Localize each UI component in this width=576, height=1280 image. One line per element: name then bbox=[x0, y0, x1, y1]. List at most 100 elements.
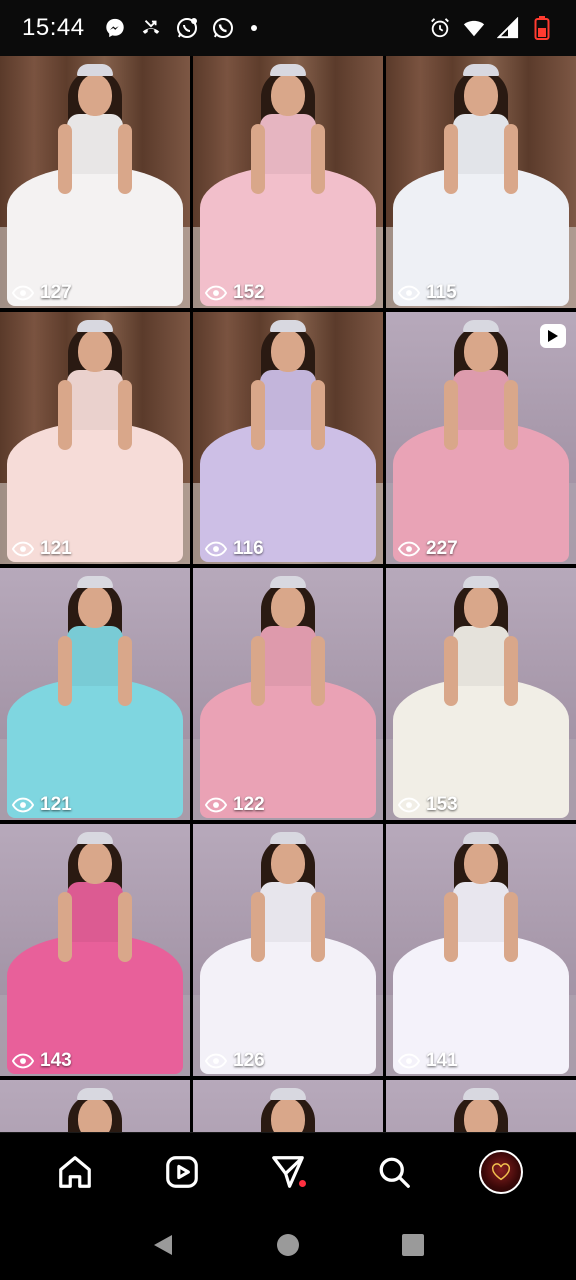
subject-face bbox=[464, 1098, 498, 1132]
subject-face bbox=[464, 74, 498, 116]
view-count-value: 121 bbox=[40, 794, 72, 815]
subject-arm bbox=[58, 380, 72, 450]
profile-tab[interactable] bbox=[477, 1148, 525, 1196]
view-count-value: 121 bbox=[40, 538, 72, 559]
subject-arm bbox=[311, 380, 325, 450]
subject-arm bbox=[251, 124, 265, 194]
reels-tab[interactable] bbox=[158, 1148, 206, 1196]
view-count: 143 bbox=[12, 1050, 72, 1072]
messenger-icon bbox=[103, 16, 127, 40]
post-thumbnail[interactable]: 126 bbox=[193, 824, 383, 1076]
eye-icon bbox=[398, 797, 420, 813]
eye-icon bbox=[205, 1053, 227, 1069]
subject-tiara bbox=[270, 1088, 306, 1100]
subject-face bbox=[464, 586, 498, 628]
post-thumbnail[interactable]: 122 bbox=[193, 568, 383, 820]
subject-arm bbox=[444, 892, 458, 962]
post-thumbnail[interactable]: 121 bbox=[0, 568, 190, 820]
subject-arm bbox=[504, 380, 518, 450]
post-thumbnail[interactable] bbox=[0, 1080, 190, 1132]
back-icon bbox=[153, 1235, 172, 1255]
subject-bodice bbox=[67, 114, 123, 174]
post-thumbnail[interactable]: 116 bbox=[193, 312, 383, 564]
eye-icon bbox=[205, 797, 227, 813]
subject-arm bbox=[504, 124, 518, 194]
view-count: 141 bbox=[398, 1050, 458, 1072]
system-status-icons bbox=[428, 16, 554, 40]
view-count: 126 bbox=[205, 1050, 265, 1072]
photo-subject bbox=[386, 1080, 576, 1132]
subject-arm bbox=[504, 892, 518, 962]
subject-arm bbox=[311, 636, 325, 706]
reels-icon bbox=[165, 1155, 198, 1188]
subject-bodice bbox=[67, 626, 123, 686]
subject-tiara bbox=[77, 64, 113, 76]
subject-tiara bbox=[463, 576, 499, 588]
eye-icon bbox=[398, 285, 420, 301]
subject-tiara bbox=[270, 832, 306, 844]
subject-bodice bbox=[67, 882, 123, 942]
subject-arm bbox=[251, 892, 265, 962]
post-thumbnail[interactable] bbox=[386, 1080, 576, 1132]
subject-tiara bbox=[463, 320, 499, 332]
subject-tiara bbox=[77, 1088, 113, 1100]
wifi-icon bbox=[462, 16, 486, 40]
photo-subject bbox=[0, 568, 190, 820]
system-back-button[interactable] bbox=[139, 1221, 187, 1269]
whatsapp-business-icon bbox=[175, 16, 199, 40]
photo-subject bbox=[193, 824, 383, 1076]
missed-call-icon bbox=[139, 16, 163, 40]
bottom-navigation bbox=[0, 1132, 576, 1210]
system-recents-button[interactable] bbox=[389, 1221, 437, 1269]
photo-subject bbox=[193, 56, 383, 308]
view-count-value: 115 bbox=[426, 282, 457, 303]
post-thumbnail[interactable]: 115 bbox=[386, 56, 576, 308]
subject-tiara bbox=[77, 320, 113, 332]
home-tab[interactable] bbox=[51, 1148, 99, 1196]
subject-arm bbox=[444, 636, 458, 706]
posts-grid: 127 152 115 121 116 227 121 122 153 143 126 141 bbox=[0, 56, 576, 1132]
post-thumbnail[interactable]: 127 bbox=[0, 56, 190, 308]
post-thumbnail[interactable] bbox=[193, 1080, 383, 1132]
eye-icon bbox=[12, 1053, 34, 1069]
view-count-value: 122 bbox=[233, 794, 265, 815]
view-count-value: 116 bbox=[233, 538, 264, 559]
subject-face bbox=[271, 1098, 305, 1132]
post-thumbnail[interactable]: 141 bbox=[386, 824, 576, 1076]
post-thumbnail[interactable]: 227 bbox=[386, 312, 576, 564]
subject-face bbox=[271, 586, 305, 628]
subject-tiara bbox=[463, 64, 499, 76]
reel-badge-icon bbox=[540, 324, 566, 348]
subject-arm bbox=[58, 636, 72, 706]
post-thumbnail[interactable]: 143 bbox=[0, 824, 190, 1076]
subject-bodice bbox=[260, 626, 316, 686]
recents-icon bbox=[402, 1234, 425, 1256]
post-thumbnail[interactable]: 121 bbox=[0, 312, 190, 564]
view-count: 115 bbox=[398, 282, 457, 304]
subject-tiara bbox=[270, 64, 306, 76]
alarm-icon bbox=[428, 16, 452, 40]
subject-arm bbox=[118, 380, 132, 450]
direct-messages-tab[interactable] bbox=[264, 1148, 312, 1196]
eye-icon bbox=[398, 541, 420, 557]
subject-bodice bbox=[260, 882, 316, 942]
subject-tiara bbox=[77, 832, 113, 844]
post-thumbnail[interactable]: 153 bbox=[386, 568, 576, 820]
view-count-value: 143 bbox=[40, 1050, 72, 1071]
view-count-value: 127 bbox=[40, 282, 72, 303]
status-time: 15:44 bbox=[22, 14, 85, 41]
eye-icon bbox=[205, 541, 227, 557]
post-thumbnail[interactable]: 152 bbox=[193, 56, 383, 308]
subject-bodice bbox=[453, 626, 509, 686]
home-icon bbox=[59, 1155, 92, 1188]
subject-arm bbox=[118, 124, 132, 194]
subject-bodice bbox=[453, 882, 509, 942]
system-navigation-bar bbox=[0, 1210, 576, 1280]
photo-subject bbox=[193, 312, 383, 564]
eye-icon bbox=[398, 1053, 420, 1069]
search-tab[interactable] bbox=[370, 1148, 418, 1196]
system-home-button[interactable] bbox=[264, 1221, 312, 1269]
photo-subject bbox=[0, 56, 190, 308]
subject-bodice bbox=[67, 370, 123, 430]
subject-face bbox=[78, 330, 112, 372]
